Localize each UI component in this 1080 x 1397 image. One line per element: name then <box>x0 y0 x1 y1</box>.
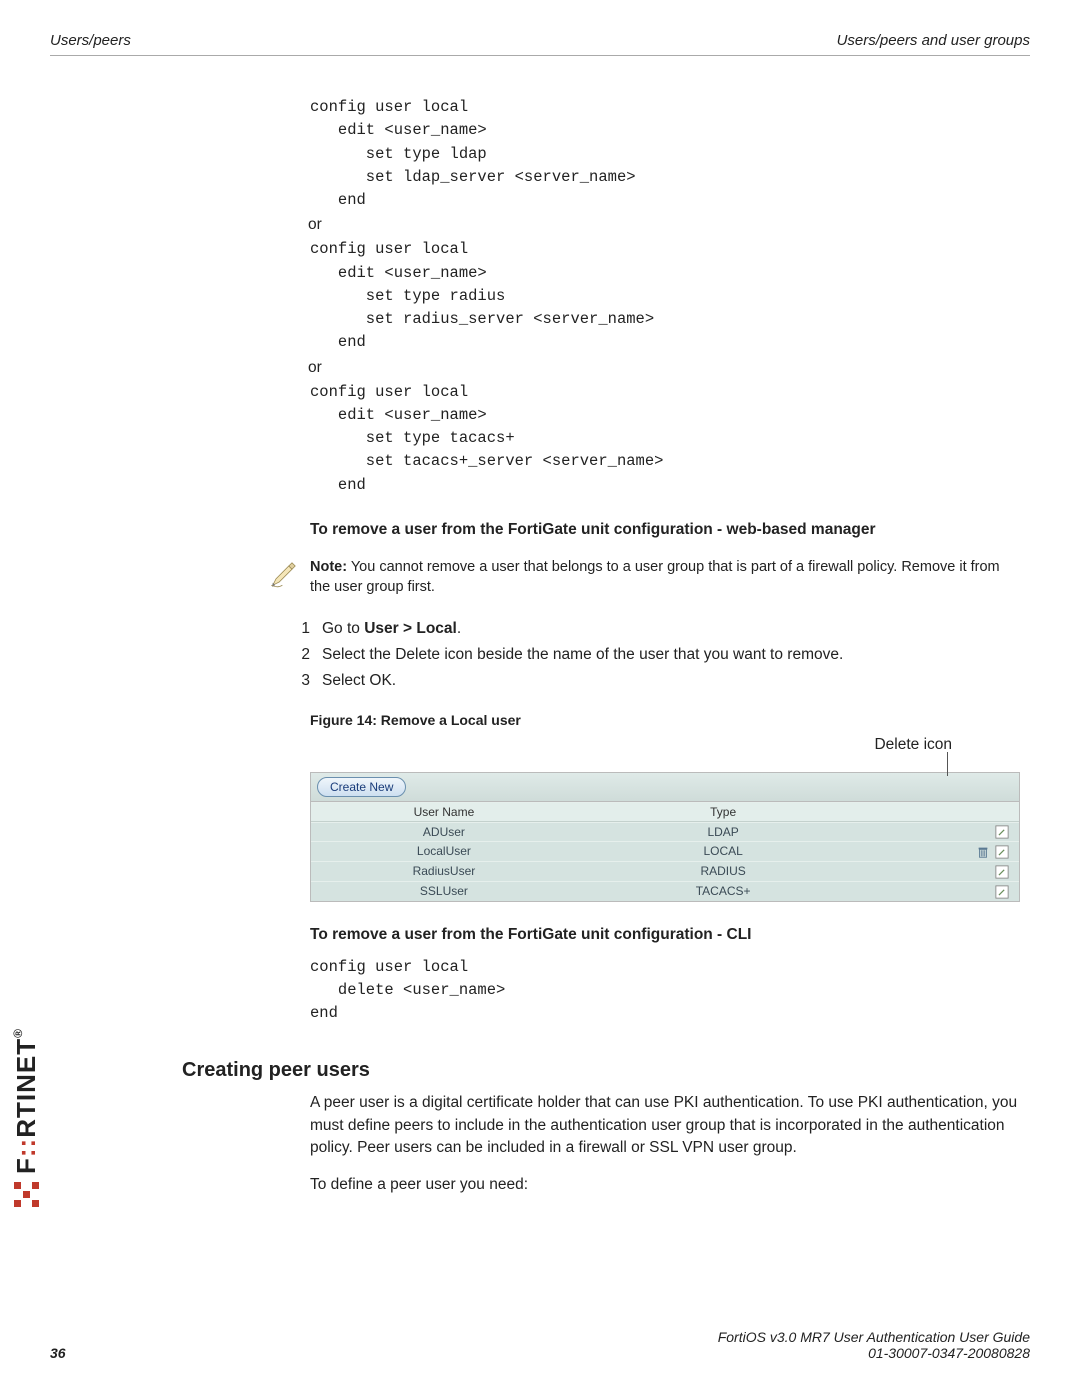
step-number-1: 1 <box>288 620 310 638</box>
note-icon <box>268 558 300 590</box>
paragraph-1: A peer user is a digital certificate hol… <box>310 1092 1020 1159</box>
delete-pointer-line <box>310 758 1020 772</box>
note-label: Note: <box>310 559 347 575</box>
table-row: ADUser LDAP <box>311 822 1019 842</box>
delete-icon[interactable] <box>976 845 990 859</box>
cell-username: LocalUser <box>311 842 577 861</box>
edit-icon[interactable] <box>995 885 1009 899</box>
logo-mark-icon <box>14 1182 39 1207</box>
table-row: LocalUser LOCAL <box>311 841 1019 861</box>
code-block-radius: config user local edit <user_name> set t… <box>310 238 1020 354</box>
cell-type: TACACS+ <box>577 882 870 901</box>
fortinet-logo: F::RTINET® <box>11 1028 42 1207</box>
code-block-tacacs: config user local edit <user_name> set t… <box>310 381 1020 497</box>
table-row: SSLUser TACACS+ <box>311 881 1019 901</box>
heading-remove-cli: To remove a user from the FortiGate unit… <box>310 924 1020 946</box>
page-number: 36 <box>50 1345 66 1361</box>
figure-caption: Figure 14: Remove a Local user <box>310 712 1020 728</box>
col-type: Type <box>577 803 870 822</box>
header-left: Users/peers <box>50 32 131 49</box>
edit-icon[interactable] <box>995 845 1009 859</box>
users-table-ui: Create New User Name Type ADUser LDAP Lo… <box>310 772 1020 902</box>
paragraph-2: To define a peer user you need: <box>310 1174 1020 1196</box>
step-1-text: Go to User > Local. <box>322 620 461 638</box>
section-heading: Creating peer users <box>182 1059 1020 1082</box>
header-right: Users/peers and user groups <box>837 32 1030 49</box>
note-text: You cannot remove a user that belongs to… <box>310 559 1000 595</box>
cell-type: RADIUS <box>577 862 870 881</box>
step-number-3: 3 <box>288 672 310 690</box>
or-separator-1: or <box>308 216 1020 234</box>
header-rule <box>50 55 1030 56</box>
or-separator-2: or <box>308 359 1020 377</box>
cell-username: RadiusUser <box>311 862 577 881</box>
create-new-button[interactable]: Create New <box>317 777 406 797</box>
cell-username: ADUser <box>311 823 577 842</box>
edit-icon[interactable] <box>995 825 1009 839</box>
code-block-delete: config user local delete <user_name> end <box>310 956 1020 1026</box>
note-block: Note: You cannot remove a user that belo… <box>268 558 1020 597</box>
footer-text: FortiOS v3.0 MR7 User Authentication Use… <box>718 1329 1030 1361</box>
table-row: RadiusUser RADIUS <box>311 861 1019 881</box>
cell-type: LDAP <box>577 823 870 842</box>
cell-username: SSLUser <box>311 882 577 901</box>
step-2-text: Select the Delete icon beside the name o… <box>322 646 843 664</box>
step-number-2: 2 <box>288 646 310 664</box>
code-block-ldap: config user local edit <user_name> set t… <box>310 96 1020 212</box>
col-actions <box>869 803 1019 822</box>
delete-icon-label: Delete icon <box>310 736 952 754</box>
steps-list: 1 Go to User > Local. 2 Select the Delet… <box>310 620 1020 690</box>
edit-icon[interactable] <box>995 865 1009 879</box>
table-header-row: User Name Type <box>311 802 1019 822</box>
toolbar: Create New <box>311 773 1019 802</box>
step-3-text: Select OK. <box>322 672 396 690</box>
col-username: User Name <box>311 803 577 822</box>
cell-type: LOCAL <box>577 842 870 861</box>
heading-remove-web: To remove a user from the FortiGate unit… <box>310 519 1020 541</box>
